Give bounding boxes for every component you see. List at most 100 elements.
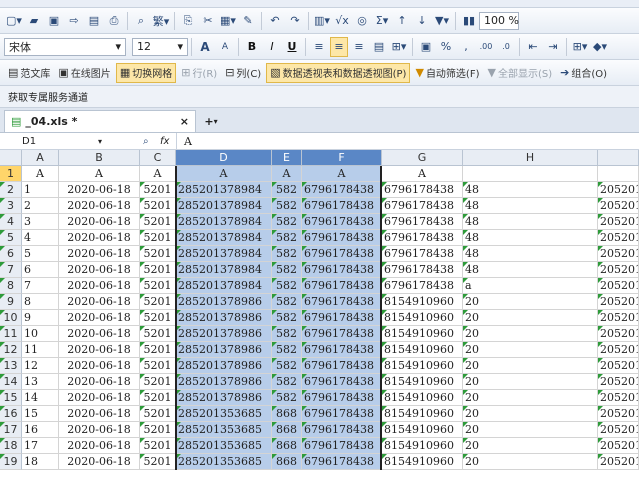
table-cell[interactable]: 205201: [598, 310, 639, 326]
table-cell[interactable]: 285201378984: [176, 198, 272, 214]
table-cell[interactable]: 6796178438: [302, 246, 382, 262]
table-cell[interactable]: 6796178438: [302, 374, 382, 390]
sum-icon[interactable]: Σ ▾: [373, 11, 391, 31]
pivot-table-button[interactable]: ▧ 数据透视表和数据透视图(P): [266, 62, 411, 83]
table-cell[interactable]: 11: [22, 342, 59, 358]
table-cell[interactable]: 205201: [598, 406, 639, 422]
row-header[interactable]: 6: [0, 246, 22, 262]
row-header[interactable]: 18: [0, 438, 22, 454]
table-cell[interactable]: 6: [22, 262, 59, 278]
table-cell[interactable]: 582: [272, 262, 302, 278]
table-cell[interactable]: 7: [22, 278, 59, 294]
table-cell[interactable]: 6796178438: [302, 390, 382, 406]
table-cell[interactable]: 582: [272, 294, 302, 310]
table-cell[interactable]: 2020-06-18: [59, 454, 140, 470]
table-cell[interactable]: 20: [463, 438, 598, 454]
table-cell[interactable]: 20: [463, 358, 598, 374]
table-cell[interactable]: 582: [272, 198, 302, 214]
table-cell[interactable]: 20: [463, 374, 598, 390]
table-cell[interactable]: 582: [272, 230, 302, 246]
table-cell[interactable]: 6796178438: [302, 326, 382, 342]
table-cell[interactable]: 2020-06-18: [59, 326, 140, 342]
table-cell[interactable]: 8154910960: [382, 310, 463, 326]
open-folder-icon[interactable]: ▰: [25, 11, 43, 31]
table-cell[interactable]: 2020-06-18: [59, 278, 140, 294]
table-cell[interactable]: 6796178438: [302, 406, 382, 422]
table-cell[interactable]: 5201: [140, 278, 176, 294]
cell-header-g[interactable]: A: [382, 166, 463, 182]
table-cell[interactable]: 205201: [598, 342, 639, 358]
table-cell[interactable]: 5: [22, 246, 59, 262]
column-header-a[interactable]: A: [22, 150, 59, 166]
table-cell[interactable]: 6796178438: [302, 294, 382, 310]
toggle-gridlines-button[interactable]: ▦ 切换网格: [115, 62, 177, 83]
cell-header-b[interactable]: A: [59, 166, 140, 182]
table-cell[interactable]: 5201: [140, 358, 176, 374]
table-cell[interactable]: 2020-06-18: [59, 214, 140, 230]
table-cell[interactable]: 582: [272, 182, 302, 198]
borders-icon[interactable]: ⊞▾: [571, 37, 589, 57]
table-cell[interactable]: 20: [463, 406, 598, 422]
cell-header-h[interactable]: [463, 166, 598, 182]
row-header[interactable]: 10: [0, 310, 22, 326]
underline-button[interactable]: U: [283, 37, 301, 57]
redo-icon[interactable]: ↷: [286, 11, 304, 31]
row-header[interactable]: 4: [0, 214, 22, 230]
column-header-d[interactable]: D: [176, 150, 272, 166]
table-cell[interactable]: 5201: [140, 214, 176, 230]
formula-input[interactable]: A: [184, 134, 192, 149]
table-cell[interactable]: 2: [22, 198, 59, 214]
table-cell[interactable]: 20: [463, 342, 598, 358]
column-header-b[interactable]: B: [59, 150, 140, 166]
table-cell[interactable]: 5201: [140, 342, 176, 358]
table-cell[interactable]: 285201353685: [176, 438, 272, 454]
chevron-down-icon[interactable]: ▾: [98, 134, 102, 149]
currency-icon[interactable]: ▣: [417, 37, 435, 57]
table-cell[interactable]: 285201378986: [176, 310, 272, 326]
align-center-icon[interactable]: ≡: [330, 36, 348, 57]
table-cell[interactable]: 6796178438: [302, 358, 382, 374]
table-cell[interactable]: 205201: [598, 374, 639, 390]
table-cell[interactable]: 48: [463, 214, 598, 230]
cell-header-c[interactable]: A: [140, 166, 176, 182]
column-header-i[interactable]: [598, 150, 639, 166]
table-cell[interactable]: 285201353685: [176, 454, 272, 470]
table-cell[interactable]: 205201: [598, 230, 639, 246]
column-header-f[interactable]: F: [302, 150, 382, 166]
table-cell[interactable]: 12: [22, 358, 59, 374]
table-cell[interactable]: 8154910960: [382, 390, 463, 406]
font-name-select[interactable]: 宋体 ▾: [4, 37, 126, 56]
print-preview-icon[interactable]: ⌕: [132, 11, 150, 31]
service-channel-link[interactable]: 获取专属服务通道: [4, 89, 92, 104]
table-cell[interactable]: 6796178438: [302, 438, 382, 454]
cell-header-f[interactable]: A: [302, 166, 382, 182]
table-cell[interactable]: 2020-06-18: [59, 406, 140, 422]
grow-font-button[interactable]: A: [196, 37, 214, 57]
table-cell[interactable]: 5201: [140, 438, 176, 454]
table-cell[interactable]: 285201353685: [176, 406, 272, 422]
table-cell[interactable]: 2020-06-18: [59, 262, 140, 278]
table-cell[interactable]: 8154910960: [382, 438, 463, 454]
indent-increase-icon[interactable]: ⇥: [544, 37, 562, 57]
table-cell[interactable]: 6796178438: [302, 262, 382, 278]
table-cell[interactable]: 868: [272, 438, 302, 454]
table-cell[interactable]: 6796178438: [302, 230, 382, 246]
table-cell[interactable]: 285201378986: [176, 390, 272, 406]
table-cell[interactable]: a: [463, 278, 598, 294]
merge-center-icon[interactable]: ⊞▾: [390, 37, 408, 57]
table-cell[interactable]: 48: [463, 230, 598, 246]
table-cell[interactable]: 6796178438: [302, 342, 382, 358]
table-cell[interactable]: 6796178438: [302, 182, 382, 198]
function-icon[interactable]: √x: [333, 11, 351, 31]
group-button[interactable]: ➔ 组合(O): [557, 63, 610, 83]
table-cell[interactable]: 8154910960: [382, 358, 463, 374]
select-all-corner[interactable]: [0, 150, 22, 166]
table-cell[interactable]: 8154910960: [382, 422, 463, 438]
table-cell[interactable]: 13: [22, 374, 59, 390]
table-cell[interactable]: 5201: [140, 422, 176, 438]
table-cell[interactable]: 868: [272, 406, 302, 422]
auto-filter-button[interactable]: ▼ 自动筛选(F): [412, 63, 482, 83]
table-cell[interactable]: 205201: [598, 358, 639, 374]
pdf-icon[interactable]: ▤: [85, 11, 103, 31]
cell-header-a[interactable]: A: [22, 166, 59, 182]
